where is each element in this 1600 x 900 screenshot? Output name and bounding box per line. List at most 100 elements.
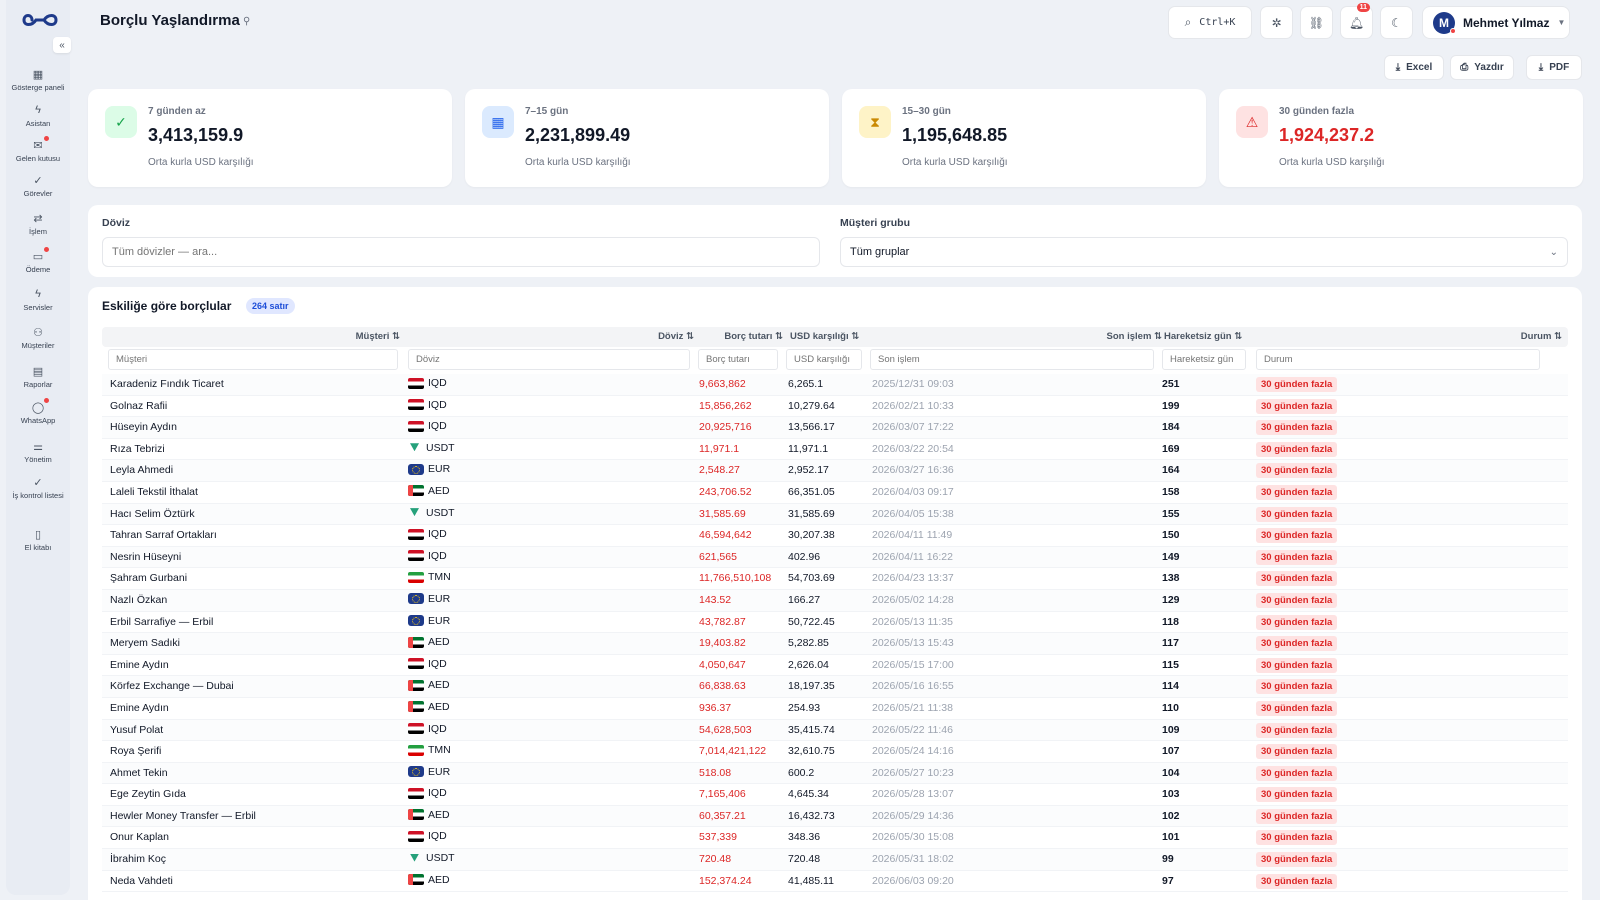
download-icon: ⤓ <box>1395 62 1401 73</box>
cell-hareketsiz-gun: 117 <box>1162 637 1179 650</box>
table-row[interactable]: Meryem Sadıki AED 19,403.82 5,282.85 2026/05… <box>102 633 1568 655</box>
sidebar-item-9[interactable]: ◯ WhatsApp <box>6 398 70 425</box>
table-row[interactable]: Laleli Tekstil İthalat AED 243,706.52 66,35… <box>102 482 1568 504</box>
table-row[interactable]: Leyla Ahmedi EUR 2,548.27 2,952.17 2026/03/2… <box>102 460 1568 482</box>
cell-borc: 31,585.69 <box>699 507 746 520</box>
flag-icon <box>408 723 424 734</box>
table-row[interactable]: Golnaz Rafii IQD 15,856,262 10,279.64 2026/0… <box>102 396 1568 418</box>
sidebar-item-8[interactable]: ▤ Raporlar <box>6 364 70 390</box>
table-row[interactable]: Yusuf Polat IQD 54,628,503 35,415.74 2026/05… <box>102 719 1568 742</box>
bug-icon: ✲ <box>1271 15 1282 30</box>
cell-doviz: AED <box>408 701 450 713</box>
search-button[interactable]: ⌕ Ctrl+K <box>1168 6 1252 39</box>
export-excel-button[interactable]: ⤓ Excel <box>1384 55 1444 80</box>
infinity-logo-icon[interactable] <box>22 10 58 30</box>
table-row[interactable]: Nazlı Özkan EUR 143.52 166.27 2026/05/02 14:… <box>102 589 1568 612</box>
sidebar-item-0[interactable]: ▦ Gösterge paneli <box>6 67 70 93</box>
sidebar-item-4[interactable]: ⇄ İşlem <box>6 211 70 237</box>
flag-icon <box>408 787 424 799</box>
table-row[interactable]: Nesrin Hüseyni IQD 621,565 402.96 2026/04/11… <box>102 546 1568 569</box>
status-badge: 30 günden fazla <box>1256 484 1338 500</box>
notifications-button[interactable]: 🔔︎ 11 <box>1340 3 1373 39</box>
sidebar-item-6[interactable]: ϟ Servisler <box>6 287 70 312</box>
cell-borc: 46,594,642 <box>699 529 752 542</box>
col-header-durum[interactable]: Durum ⇅ <box>1521 331 1562 342</box>
table-row[interactable]: Rıza Tebrizi USDT 11,971.1 11,971.1 2026/03/… <box>102 439 1568 461</box>
filter-son-islem-input[interactable] <box>870 349 1154 370</box>
sidebar-item-1[interactable]: ϟ Asistan <box>6 103 70 128</box>
filter-doviz-input[interactable] <box>408 349 690 370</box>
sidebar-item-label: Servisler <box>23 303 53 312</box>
table-row[interactable]: Onur Kaplan IQD 537,339 348.36 2026/05/30 15… <box>102 827 1568 850</box>
table-row[interactable]: Hüseyin Aydın IQD 20,925,716 13,566.17 2026/… <box>102 417 1568 439</box>
pin-icon[interactable]: ⚲ <box>243 16 250 27</box>
flag-icon <box>408 615 424 627</box>
col-header-hareketsiz-gun[interactable]: Hareketsiz gün ⇅ <box>1164 331 1242 342</box>
cell-usd: 13,566.17 <box>788 421 835 434</box>
cell-usd: 32,610.75 <box>788 745 835 758</box>
filter-durum-input[interactable] <box>1256 349 1540 370</box>
sidebar-item-11[interactable]: ✓ İş kontrol listesi <box>6 475 70 501</box>
sidebar-item-10[interactable]: ⚌ Yönetim <box>6 439 70 465</box>
filter-hareketsiz-gun-input[interactable] <box>1162 349 1246 370</box>
table-row[interactable]: Emine Aydın IQD 4,050,647 2,626.04 2026/05/1… <box>102 655 1568 677</box>
sidebar-item-12[interactable]: ▯ El kitabı <box>6 527 70 553</box>
cell-musteri: Yusuf Polat <box>110 723 164 736</box>
col-header-usd[interactable]: USD karşılığı ⇅ <box>790 331 859 342</box>
table-row[interactable]: Neda Vahdeti AED 152,374.24 41,485.11 2026/0… <box>102 871 1568 893</box>
col-header-borc[interactable]: Borç tutarı ⇅ <box>724 331 783 342</box>
currency-code: EUR <box>428 463 451 476</box>
table-row[interactable]: Karadeniz Fındık Ticaret IQD 9,663,862 6,26… <box>102 374 1568 396</box>
sidebar-item-3[interactable]: ✓ Görevler <box>6 173 70 199</box>
status-badge: 30 günden fazla <box>1256 463 1338 479</box>
sidebar-item-label: Müşteriler <box>21 341 55 350</box>
table-row[interactable]: Tahran Sarraf Ortakları IQD 46,594,642 30,2… <box>102 525 1568 547</box>
customer-group-select[interactable]: Tüm gruplar ⌄ <box>840 237 1568 267</box>
cell-hareketsiz-gun: 199 <box>1162 399 1180 412</box>
table-row[interactable]: Hacı Selim Öztürk USDT 31,585.69 31,585.69 2… <box>102 503 1568 526</box>
card-value: 2,231,899.49 <box>525 125 631 145</box>
print-button[interactable]: ⎙ Yazdır <box>1450 55 1514 80</box>
table-row[interactable]: İbrahim Koç USDT 720.48 720.48 2026/05/31 18… <box>102 849 1568 871</box>
link-button[interactable]: ⛓ <box>1300 6 1333 39</box>
theme-toggle-button[interactable]: ☾ <box>1380 6 1413 39</box>
col-header-doviz[interactable]: Döviz ⇅ <box>658 331 694 342</box>
currency-code: AED <box>428 636 450 649</box>
table-row[interactable]: Roya Şerifi TMN 7,014,421,122 32,610.75 2026… <box>102 741 1568 763</box>
cell-doviz: IQD <box>408 723 447 735</box>
cell-usd: 348.36 <box>788 831 821 844</box>
user-menu-button[interactable]: M Mehmet Yılmaz ▼ <box>1422 6 1570 39</box>
cell-usd: 402.96 <box>788 550 821 563</box>
currency-code: IQD <box>428 528 447 541</box>
cell-doviz: AED <box>408 636 450 648</box>
table-row[interactable]: Şahram Gurbani TMN 11,766,510,108 54,703.69… <box>102 568 1568 590</box>
cell-usd: 11,971.1 <box>788 442 829 455</box>
sidebar-item-5[interactable]: ▭ Ödeme <box>6 247 70 274</box>
currency-search-input[interactable] <box>102 237 820 267</box>
cell-doviz: AED <box>408 485 450 497</box>
filter-musteri-input[interactable] <box>108 349 398 370</box>
check-circle-icon: ✓ <box>105 106 137 138</box>
notification-count-badge: 11 <box>1356 3 1370 12</box>
flag-icon <box>408 679 424 691</box>
sidebar-item-2[interactable]: ✉ Gelen kutusu <box>6 136 70 163</box>
filter-borc-input[interactable] <box>698 349 778 370</box>
table-row[interactable]: Ege Zeytin Gıda IQD 7,165,406 4,645.34 2026/… <box>102 784 1568 806</box>
cell-usd: 41,485.11 <box>788 874 834 887</box>
bug-report-button[interactable]: ✲ <box>1260 6 1293 39</box>
table-row[interactable]: Körfez Exchange — Dubai AED 66,838.63 18,19… <box>102 676 1568 698</box>
col-header-musteri[interactable]: Müşteri ⇅ <box>356 331 400 342</box>
table-row[interactable]: Emine Aydın AED 936.37 254.93 2026/05/21 11:… <box>102 698 1568 720</box>
col-header-son-islem[interactable]: Son işlem ⇅ <box>1107 331 1162 342</box>
filter-usd-input[interactable] <box>786 349 862 370</box>
sidebar-item-7[interactable]: ⚇ Müşteriler <box>6 325 70 351</box>
card-label: 15–30 gün <box>902 106 951 117</box>
export-pdf-button[interactable]: ⤓ PDF <box>1526 55 1582 80</box>
table-row[interactable]: Hewler Money Transfer — Erbil AED 60,357.2… <box>102 805 1568 828</box>
table-row[interactable]: Ahmet Tekin EUR 518.08 600.2 2026/05/27 10:2… <box>102 762 1568 785</box>
collapse-sidebar-button[interactable]: « <box>53 37 71 53</box>
search-icon: ⌕ <box>1184 15 1192 29</box>
table-row[interactable]: Erbil Sarrafiye — Erbil EUR 43,782.87 50,72… <box>102 612 1568 634</box>
cell-doviz: EUR <box>408 615 450 627</box>
status-badge: 30 günden fazla <box>1256 420 1338 436</box>
